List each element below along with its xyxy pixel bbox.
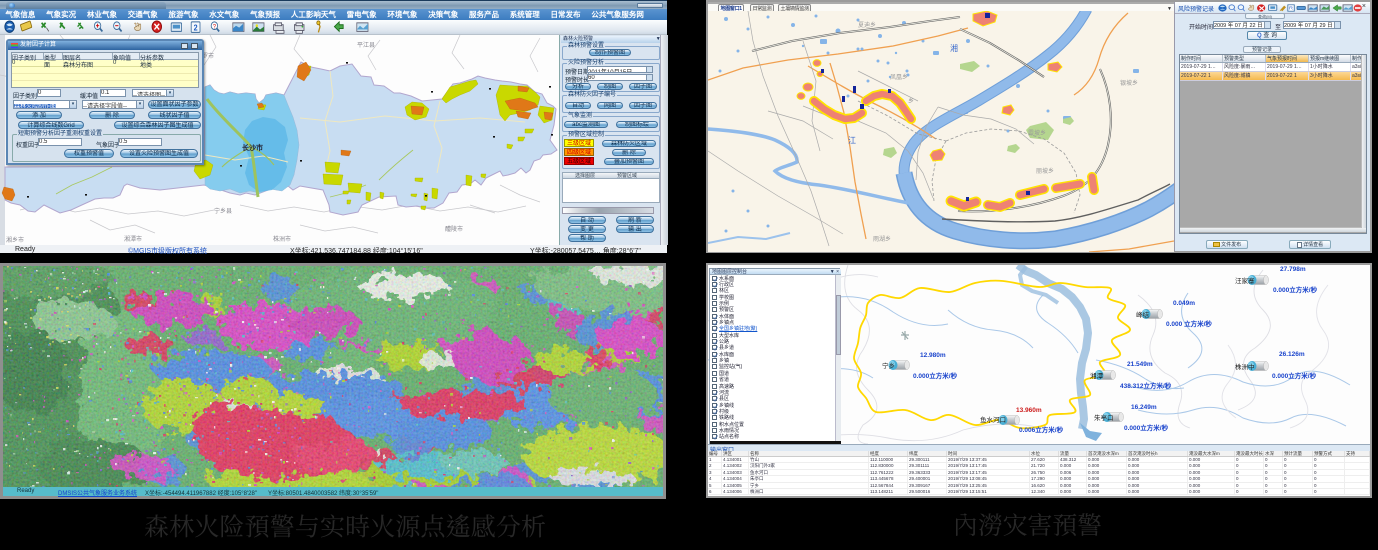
svg-text:27.798m: 27.798m bbox=[1280, 266, 1306, 273]
svg-text:湘潭市: 湘潭市 bbox=[124, 235, 142, 243]
svg-text:R: R bbox=[1289, 6, 1293, 12]
svg-text:0.000立方米/秒: 0.000立方米/秒 bbox=[1272, 371, 1317, 380]
svg-text:江: 江 bbox=[848, 136, 856, 145]
svg-text:21.549m: 21.549m bbox=[1127, 361, 1153, 368]
svg-text:0.000立方米/秒: 0.000立方米/秒 bbox=[1124, 423, 1169, 432]
svg-text:株洲中: 株洲中 bbox=[1235, 362, 1255, 371]
svg-text:16.249m: 16.249m bbox=[1131, 404, 1157, 411]
svg-text:汪家寨: 汪家寨 bbox=[1235, 276, 1255, 285]
svg-text:宁乡: 宁乡 bbox=[882, 361, 895, 370]
svg-text:乡: 乡 bbox=[908, 98, 914, 105]
svg-text:0.000立方米/秒: 0.000立方米/秒 bbox=[1273, 285, 1318, 294]
svg-text:12.980m: 12.980m bbox=[920, 352, 946, 359]
svg-text:0.000 立方米/秒: 0.000 立方米/秒 bbox=[1166, 319, 1212, 328]
svg-text:银坡乡: 银坡乡 bbox=[1120, 79, 1138, 87]
svg-text:夏迪乡: 夏迪乡 bbox=[858, 21, 876, 29]
svg-text:凤凰乡: 凤凰乡 bbox=[890, 74, 908, 81]
svg-text:湘乡市: 湘乡市 bbox=[6, 236, 24, 244]
svg-text:438.312立方米/秒: 438.312立方米/秒 bbox=[1120, 381, 1172, 390]
svg-text:0.000立方米/秒: 0.000立方米/秒 bbox=[913, 371, 958, 380]
svg-text:峰结: 峰结 bbox=[1136, 310, 1150, 319]
svg-text:雨湖乡: 雨湖乡 bbox=[873, 235, 891, 243]
svg-text:0.049m: 0.049m bbox=[1173, 300, 1195, 307]
svg-text:26.126m: 26.126m bbox=[1279, 351, 1305, 358]
